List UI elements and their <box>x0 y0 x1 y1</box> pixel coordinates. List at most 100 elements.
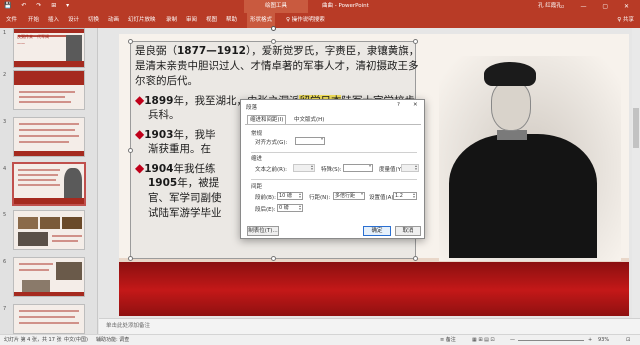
zoom-slider[interactable] <box>518 340 584 341</box>
chevron-down-icon: ▾ <box>361 192 363 196</box>
zoom-in-button[interactable]: + <box>588 335 592 345</box>
paragraph-line: 渐获重用。在 <box>148 143 211 155</box>
close-icon[interactable]: ✕ <box>413 102 418 108</box>
slide-thumbnail-selected[interactable] <box>12 162 86 206</box>
scrollbar-thumb[interactable] <box>633 108 639 148</box>
measure-input[interactable]: ▴ ▾ <box>401 164 419 172</box>
spacing-after-label: 段后(E): <box>255 207 276 213</box>
tab-transitions[interactable]: 切换 <box>88 13 99 28</box>
slide-thumbnail[interactable] <box>13 304 85 334</box>
tab-home[interactable]: 开始 <box>28 13 39 28</box>
portrait-image[interactable] <box>439 56 621 261</box>
resize-handle[interactable] <box>413 39 418 44</box>
slide-number: 3 <box>3 119 7 125</box>
resize-handle[interactable] <box>271 39 276 44</box>
ribbon-tabs: 文件 开始 插入 设计 切换 动画 幻灯片放映 录制 审阅 视图 帮助 形状格式… <box>0 13 640 28</box>
dialog-title: 段落 <box>246 105 258 111</box>
paragraph-1904: ◆1904年我任练 <box>135 162 215 176</box>
view-buttons[interactable]: ▦ ⊞ ▤ ⊡ <box>472 335 495 345</box>
before-text-input[interactable]: ▴ ▾ <box>293 164 315 172</box>
line-spacing-label: 行距(N): <box>309 195 331 201</box>
title-bar: 💾 ↶ ↷ ⊞ ▾ 绘图工具 曲曲 - PowerPoint 孔 红霞孔 ▭ —… <box>0 0 640 13</box>
tab-insert[interactable]: 插入 <box>48 13 59 28</box>
tab-design[interactable]: 设计 <box>68 13 79 28</box>
tab-help[interactable]: 帮助 <box>226 13 237 28</box>
paragraph-text: 年，我毕 <box>173 129 216 141</box>
diamond-bullet-icon: ◆ <box>135 161 145 175</box>
zoom-level[interactable]: 93% <box>598 335 609 345</box>
slide-thumbnail-panel[interactable]: 1 良弼传来一代军阀 —— 2 3 4 5 6 7 <box>0 28 98 334</box>
tabs-button[interactable]: 制表位(T)... <box>247 226 279 236</box>
fit-to-window-icon[interactable]: ⊡ <box>626 335 630 345</box>
paragraph-dialog: 段落 ? ✕ 缩进和间距(I) 中文版式(H) 常规 对齐方式(G): ▾ 缩进… <box>240 99 425 239</box>
slide-number: 5 <box>3 212 7 218</box>
slide-number: 7 <box>3 306 7 312</box>
slide-thumbnail[interactable] <box>13 210 85 250</box>
tab-indents-spacing[interactable]: 缩进和间距(I) <box>247 115 287 124</box>
tab-record[interactable]: 录制 <box>166 13 177 28</box>
tab-view[interactable]: 视图 <box>206 13 217 28</box>
slide-thumbnail[interactable] <box>13 257 85 297</box>
spacing-before-input[interactable]: 10 磅 ▴ ▾ <box>277 192 303 200</box>
divider <box>251 179 417 180</box>
status-bar: 幻灯片 第 4 张，共 17 张 中文(中国) 辅助功能: 调查 ≡ 备注 ▦ … <box>0 334 640 345</box>
quick-access-toolbar[interactable]: 💾 ↶ ↷ ⊞ ▾ <box>4 2 73 9</box>
tab-slideshow[interactable]: 幻灯片放映 <box>128 13 156 28</box>
spacing-after-input[interactable]: 0 磅 ▴ ▾ <box>277 204 303 212</box>
rotate-handle[interactable] <box>271 26 276 31</box>
diamond-bullet-icon: ◆ <box>135 93 145 107</box>
zoom-out-button[interactable]: — <box>510 335 515 345</box>
document-title: 曲曲 - PowerPoint <box>322 3 369 9</box>
vertical-scrollbar[interactable] <box>632 28 640 318</box>
special-select[interactable]: ▾ <box>343 164 373 172</box>
before-text-label: 文本之前(R): <box>255 167 287 173</box>
set-value-label: 设置值(A) <box>369 195 394 201</box>
accessibility-status[interactable]: 辅助功能: 调查 <box>96 335 129 345</box>
paragraph-text: ），爱新觉罗氏，字赉臣，隶镶黄旗， <box>245 45 420 57</box>
year-text: 1904 <box>144 163 174 175</box>
dialog-body: 常规 对齐方式(G): ▾ 缩进 文本之前(R): ▴ ▾ 特殊(S): ▾ 度量… <box>245 124 421 219</box>
paragraph-text: 是良弼（ <box>135 45 177 57</box>
ok-button[interactable]: 确定 <box>363 226 391 236</box>
window-controls[interactable]: ▭ — ▢ ✕ <box>559 0 636 13</box>
resize-handle[interactable] <box>128 39 133 44</box>
help-icon[interactable]: ? <box>397 102 400 108</box>
resize-handle[interactable] <box>413 256 418 261</box>
tab-animations[interactable]: 动画 <box>108 13 119 28</box>
share-button[interactable]: ♀ 共享 <box>617 13 634 28</box>
paragraph-line: 是清末亲贵中胆识过人、才情卓著的军事人才，清初摄政王多 <box>135 60 419 72</box>
chevron-down-icon: ▾ <box>369 164 371 168</box>
tab-file[interactable]: 文件 <box>6 13 17 28</box>
notes-pane[interactable]: 单击此处添加备注 <box>99 318 640 334</box>
section-indent: 缩进 <box>251 156 263 162</box>
slide-counter: 幻灯片 第 4 张，共 17 张 <box>4 337 62 343</box>
set-value-input[interactable]: 1.2 ▴ ▾ <box>393 192 417 200</box>
tab-chinese-typography[interactable]: 中文版式(H) <box>291 115 327 124</box>
slide-number: 4 <box>3 166 7 172</box>
paragraph-line: 1905年，被提 <box>148 177 219 190</box>
slide-number: 6 <box>3 259 7 265</box>
slide-thumbnail[interactable] <box>13 70 85 110</box>
line-spacing-select[interactable]: 多倍行距 ▾ <box>333 192 365 200</box>
special-label: 特殊(S): <box>321 167 342 173</box>
language-status[interactable]: 中文(中国) <box>64 335 88 345</box>
alignment-select[interactable]: ▾ <box>295 137 325 145</box>
tab-review[interactable]: 审阅 <box>186 13 197 28</box>
resize-handle[interactable] <box>128 148 133 153</box>
slide-thumbnail[interactable]: 良弼传来一代军阀 —— <box>13 28 85 68</box>
slide-thumbnail-text: 良弼传来一代军阀 <box>17 34 49 39</box>
resize-handle[interactable] <box>271 256 276 261</box>
resize-handle[interactable] <box>128 256 133 261</box>
slide-number: 1 <box>3 30 7 36</box>
cancel-button[interactable]: 取消 <box>395 226 421 236</box>
notes-toggle-button[interactable]: ≡ 备注 <box>440 335 456 345</box>
year-text: 1903 <box>144 129 174 141</box>
alignment-label: 对齐方式(G): <box>255 140 288 146</box>
slide-thumbnail-subtitle: —— <box>17 41 25 46</box>
chevron-down-icon: ▾ <box>321 137 323 141</box>
tell-me-search[interactable]: ♀ 操作说明搜索 <box>286 13 325 28</box>
slide-thumbnail[interactable] <box>13 117 85 157</box>
paragraph-1903: ◆1903年，我毕 <box>135 128 215 142</box>
divider <box>251 152 417 153</box>
paragraph-intro: 是良弼（1877—1912），爱新觉罗氏，字赉臣，隶镶黄旗， <box>135 45 419 58</box>
